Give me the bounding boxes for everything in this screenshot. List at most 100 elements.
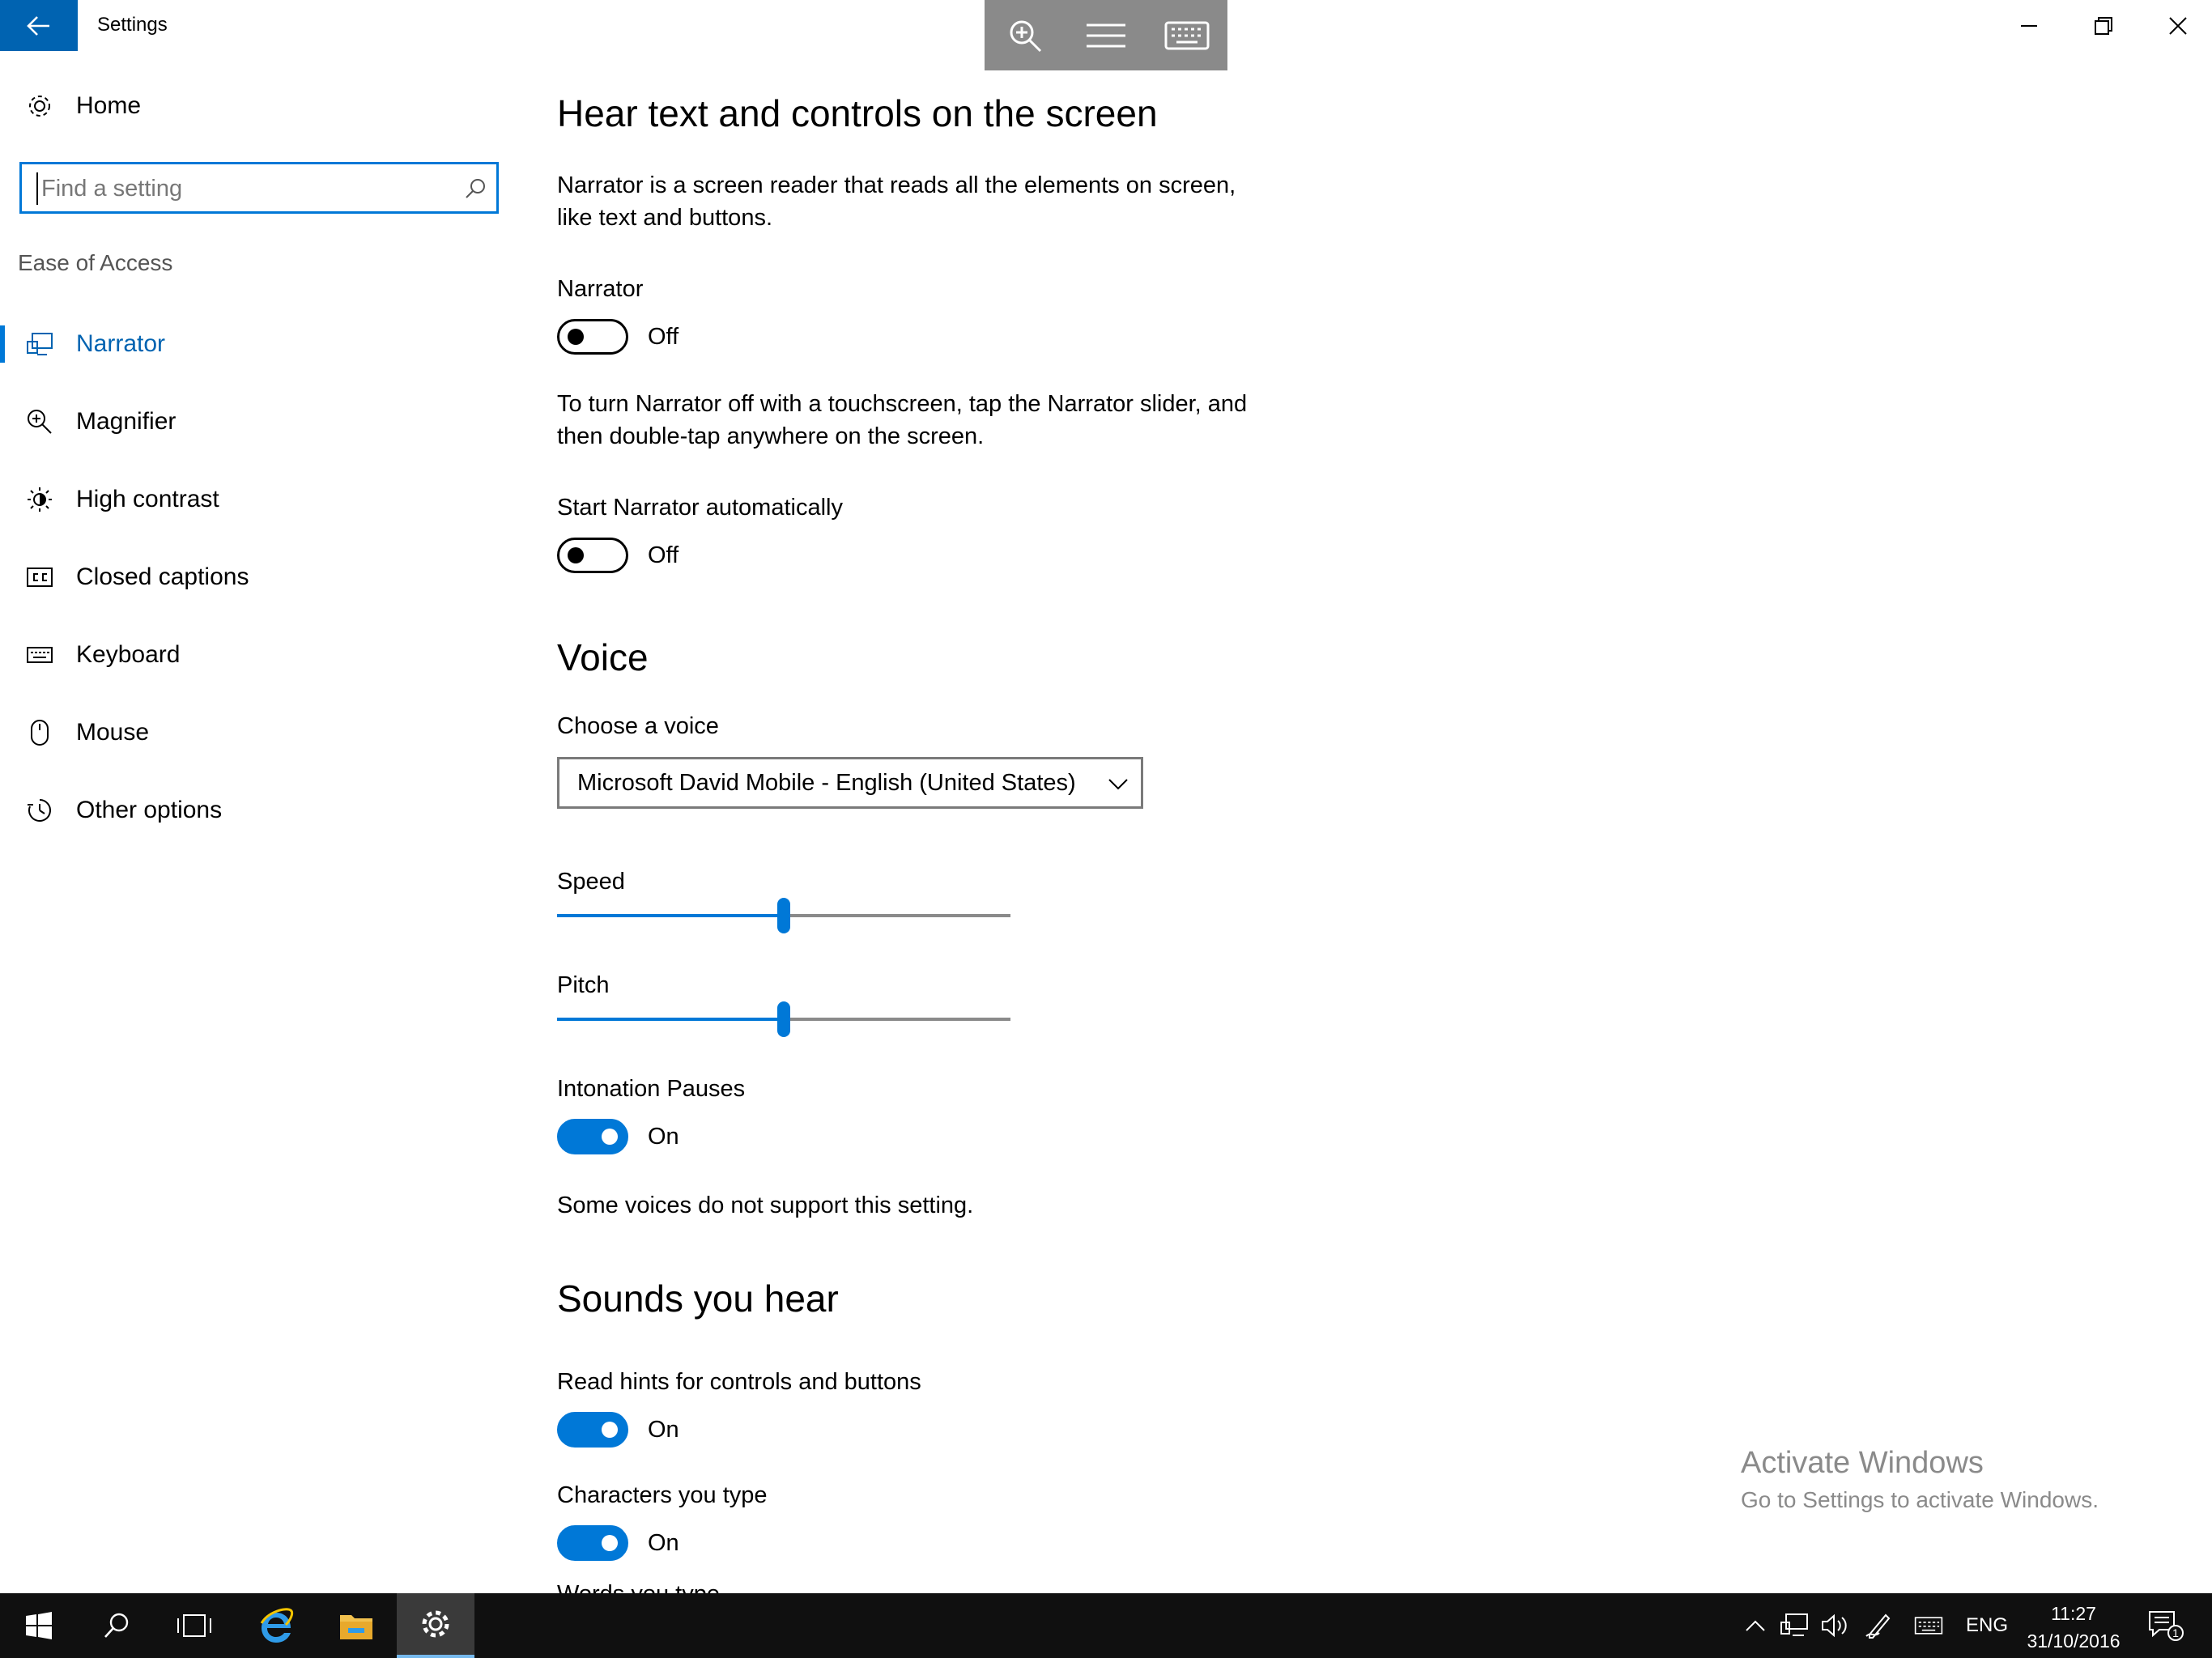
- sidebar-item-label: Keyboard: [76, 641, 181, 668]
- intonation-toggle-state: On: [648, 1123, 679, 1150]
- clock-time: 11:27: [2051, 1603, 2096, 1624]
- sidebar-item-label: Narrator: [76, 330, 166, 357]
- sidebar-item-label: Closed captions: [76, 563, 249, 590]
- restore-icon: [2095, 16, 2112, 35]
- narrator-toggle-row: Off: [557, 318, 678, 355]
- restore-button[interactable]: [2066, 0, 2141, 51]
- speed-label: Speed: [557, 869, 625, 895]
- minimize-icon: [2021, 24, 2037, 27]
- hamburger-icon: [1087, 23, 1125, 47]
- section-title-voice: Voice: [557, 636, 649, 678]
- zoom-in-icon: [1010, 20, 1042, 52]
- sidebar: Home Ease of Access Narrator Magnifier H…: [0, 51, 518, 1593]
- windows-logo-icon: [26, 1612, 52, 1639]
- internet-explorer-button[interactable]: [236, 1593, 314, 1658]
- touchscreen-note: To turn Narrator off with a touchscreen,…: [557, 388, 1318, 453]
- taskbar: ENG 11:27 31/10/2016 1: [0, 1593, 2212, 1658]
- characters-typed-toggle[interactable]: [557, 1525, 628, 1561]
- touchscreen-note-line: then double-tap anywhere on the screen.: [557, 423, 985, 449]
- narrator-description: Narrator is a screen reader that reads a…: [557, 169, 1318, 234]
- voice-dropdown-value: Microsoft David Mobile - English (United…: [577, 770, 1076, 796]
- home-nav-item[interactable]: Home: [0, 83, 502, 129]
- voice-dropdown[interactable]: Microsoft David Mobile - English (United…: [557, 757, 1143, 809]
- notification-count: 1: [2172, 1626, 2179, 1639]
- touchscreen-note-line: To turn Narrator off with a touchscreen,…: [557, 391, 1248, 417]
- task-view-button[interactable]: [155, 1593, 233, 1658]
- back-button[interactable]: [0, 0, 78, 51]
- sidebar-item-mouse[interactable]: Mouse: [0, 704, 502, 761]
- sidebar-item-other-options[interactable]: Other options: [0, 782, 502, 839]
- choose-voice-label: Choose a voice: [557, 713, 719, 739]
- main-content: Hear text and controls on the screen Nar…: [557, 51, 2095, 1593]
- start-button[interactable]: [0, 1593, 78, 1658]
- pitch-label: Pitch: [557, 972, 610, 998]
- narrator-toggle-state: Off: [648, 323, 679, 350]
- start-narrator-toggle-state: Off: [648, 542, 679, 568]
- start-narrator-label: Start Narrator automatically: [557, 495, 843, 521]
- sidebar-item-magnifier[interactable]: Magnifier: [0, 393, 502, 450]
- sidebar-item-label: Mouse: [76, 719, 150, 746]
- closed-captions-icon: [24, 562, 55, 593]
- speed-slider[interactable]: [557, 896, 1010, 935]
- sidebar-item-label: High contrast: [76, 486, 219, 512]
- folder-icon: [340, 1615, 372, 1639]
- gear-icon: [422, 1610, 449, 1638]
- magnifier-icon: [24, 406, 55, 437]
- read-hints-toggle-state: On: [648, 1416, 679, 1443]
- watermark-title: Activate Windows: [1741, 1446, 1984, 1480]
- intonation-toggle[interactable]: [557, 1119, 628, 1154]
- sidebar-item-label: Other options: [76, 797, 223, 823]
- internet-explorer-icon: [260, 1608, 294, 1643]
- home-label: Home: [76, 92, 142, 119]
- network-icon[interactable]: [1780, 1611, 1809, 1640]
- close-icon: [2169, 16, 2187, 35]
- search-input[interactable]: [36, 172, 457, 205]
- clock[interactable]: 11:27 31/10/2016: [2021, 1600, 2126, 1655]
- activate-windows-watermark: Activate Windows Go to Settings to activ…: [1741, 1446, 2099, 1513]
- speed-slider-fill: [557, 914, 784, 917]
- sidebar-item-keyboard[interactable]: Keyboard: [0, 627, 502, 683]
- characters-typed-toggle-state: On: [648, 1529, 679, 1556]
- watermark-subtitle: Go to Settings to activate Windows.: [1741, 1487, 2099, 1512]
- file-explorer-button[interactable]: [317, 1593, 395, 1658]
- start-narrator-toggle[interactable]: [557, 538, 628, 573]
- input-language[interactable]: ENG: [1966, 1614, 2008, 1637]
- narrator-label: Narrator: [557, 276, 644, 302]
- settings-taskbar-button[interactable]: [397, 1593, 474, 1658]
- back-arrow-icon: [27, 15, 49, 36]
- characters-typed-toggle-row: On: [557, 1524, 679, 1562]
- title-bar: Settings: [0, 0, 2212, 70]
- pitch-slider-fill: [557, 1018, 784, 1021]
- volume-icon[interactable]: [1820, 1611, 1849, 1640]
- pitch-slider-thumb[interactable]: [777, 1001, 790, 1037]
- section-title-sounds: Sounds you hear: [557, 1278, 839, 1320]
- keyboard-icon: [24, 640, 55, 670]
- gear-icon: [24, 91, 55, 121]
- words-typed-label: Words you type: [557, 1581, 720, 1593]
- high-contrast-icon: [24, 484, 55, 515]
- narrator-description-line: Narrator is a screen reader that reads a…: [557, 172, 1236, 198]
- clock-date: 31/10/2016: [2027, 1630, 2121, 1652]
- chevron-up-icon[interactable]: [1741, 1611, 1770, 1640]
- action-center-icon[interactable]: 1: [2146, 1611, 2186, 1641]
- search-taskbar-button[interactable]: [78, 1593, 155, 1658]
- sidebar-item-high-contrast[interactable]: High contrast: [0, 471, 502, 528]
- touch-keyboard-icon[interactable]: [1914, 1611, 1943, 1640]
- narrator-toggle[interactable]: [557, 319, 628, 355]
- narrator-description-line: like text and buttons.: [557, 205, 772, 231]
- search-icon[interactable]: [464, 177, 487, 200]
- pitch-slider[interactable]: [557, 1000, 1010, 1039]
- read-hints-toggle[interactable]: [557, 1412, 628, 1448]
- narrator-icon: [24, 329, 55, 359]
- pen-workspace-icon[interactable]: [1864, 1611, 1893, 1640]
- sidebar-item-closed-captions[interactable]: Closed captions: [0, 549, 502, 606]
- other-options-icon: [24, 795, 55, 826]
- sidebar-item-narrator[interactable]: Narrator: [0, 316, 502, 372]
- close-button[interactable]: [2141, 0, 2212, 51]
- read-hints-label: Read hints for controls and buttons: [557, 1369, 921, 1395]
- keyboard-icon: [1164, 21, 1210, 49]
- window-title: Settings: [97, 14, 168, 36]
- minimize-button[interactable]: [1992, 0, 2066, 51]
- intonation-toggle-row: On: [557, 1118, 679, 1155]
- speed-slider-thumb[interactable]: [777, 898, 790, 933]
